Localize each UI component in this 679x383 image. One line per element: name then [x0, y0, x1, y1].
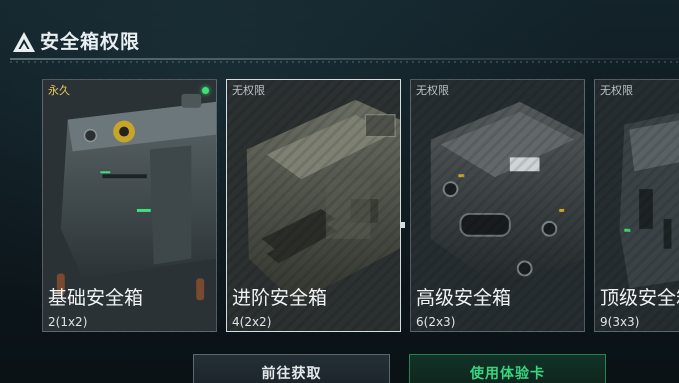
section-header: 安全箱权限 [0, 26, 679, 58]
card-title: 基础安全箱 [48, 287, 144, 309]
card-capacity: 6(2x3) [416, 315, 456, 329]
status-tag: 无权限 [232, 84, 265, 97]
safe-box-permission-screen: 安全箱权限 永久 基础安全箱 2(1x2) 无权限 进阶安全箱 4(2x2) 无… [0, 0, 679, 383]
status-tag: 永久 [48, 84, 70, 97]
active-indicator-icon [202, 87, 209, 94]
card-capacity: 2(1x2) [48, 315, 88, 329]
card-title: 进阶安全箱 [232, 287, 328, 309]
header-divider [10, 58, 679, 60]
status-tag: 无权限 [416, 84, 449, 97]
use-trial-card-button[interactable]: 使用体验卡 [409, 354, 606, 383]
safe-box-card-premium[interactable]: 无权限 高级安全箱 6(2x3) [410, 79, 585, 332]
safe-box-card-top[interactable]: 无权限 顶级安全箱 9(3x3) [594, 79, 679, 332]
warning-triangle-icon [13, 32, 35, 52]
safe-box-card-advanced[interactable]: 无权限 进阶安全箱 4(2x2) [226, 79, 401, 332]
card-title: 高级安全箱 [416, 287, 512, 309]
card-capacity: 4(2x2) [232, 315, 272, 329]
selection-marker [401, 222, 405, 228]
status-tag: 无权限 [600, 84, 633, 97]
header-divider-dots [10, 61, 679, 63]
safe-box-card-basic[interactable]: 永久 基础安全箱 2(1x2) [42, 79, 217, 332]
card-title: 顶级安全箱 [600, 287, 679, 309]
page-title: 安全箱权限 [40, 31, 141, 53]
card-capacity: 9(3x3) [600, 315, 640, 329]
go-acquire-button[interactable]: 前往获取 [193, 354, 390, 383]
